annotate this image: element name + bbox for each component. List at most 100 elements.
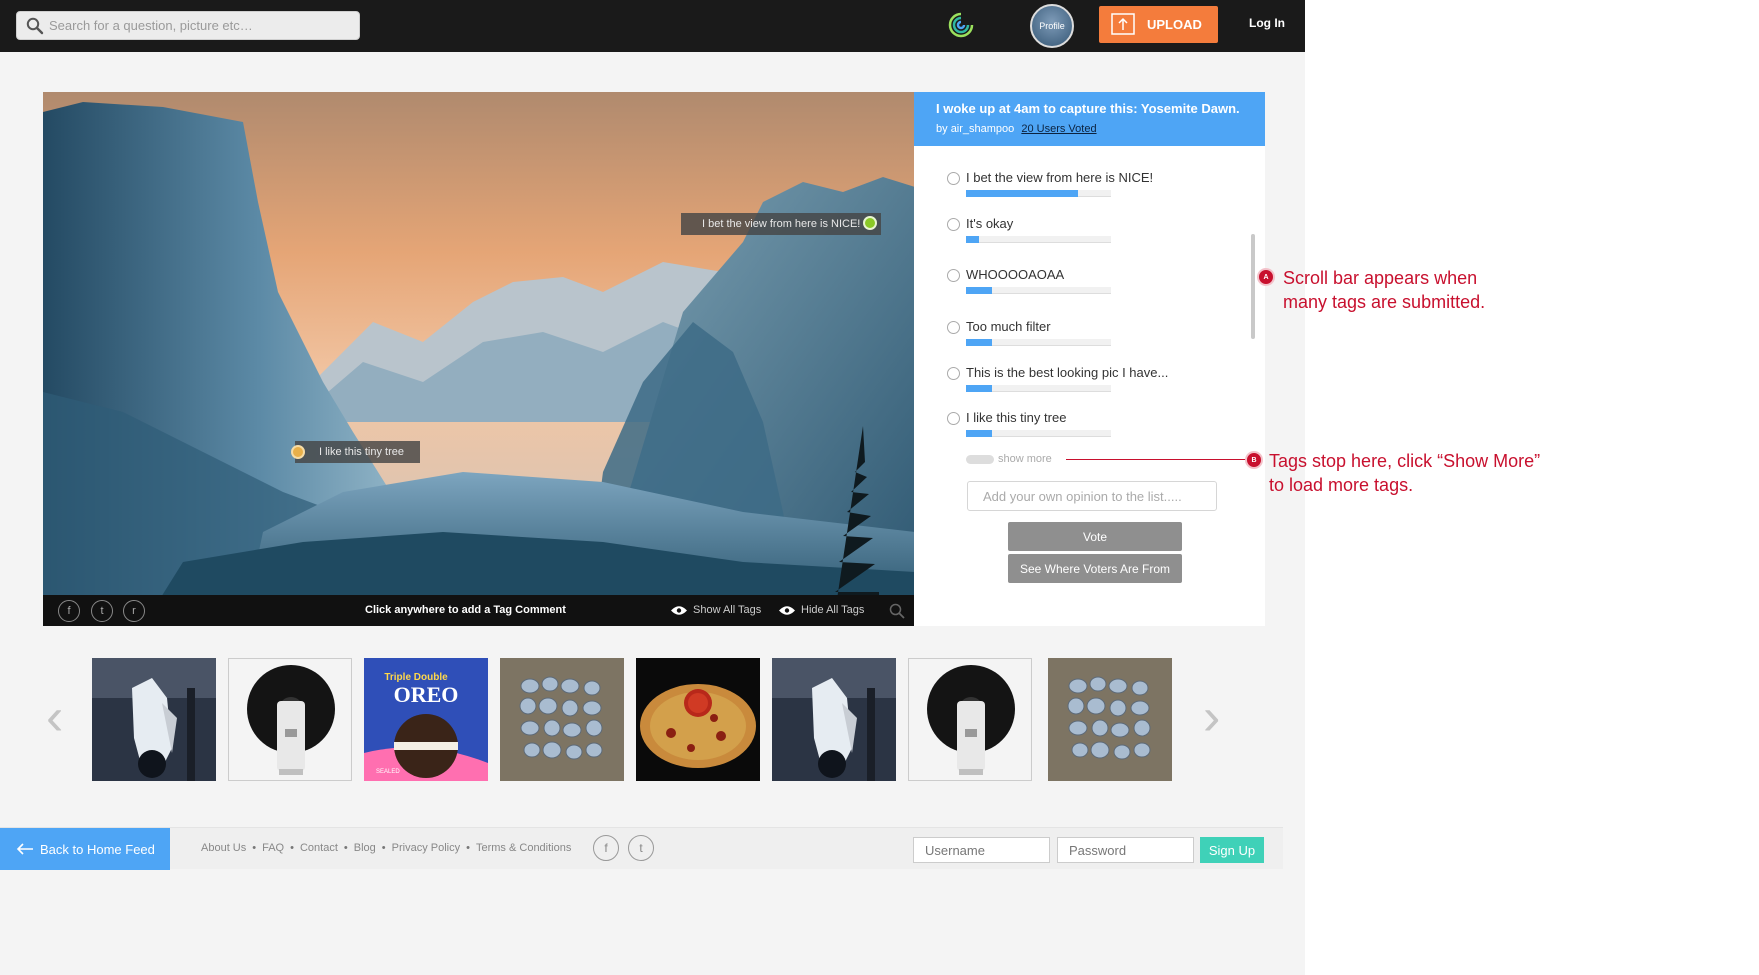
footer-link-about[interactable]: About Us <box>201 842 246 854</box>
footer-link-faq[interactable]: FAQ <box>262 842 284 854</box>
question-meta: by air_shampoo 20 Users Voted <box>936 123 1265 135</box>
back-arrow-icon <box>16 843 33 855</box>
option-radio[interactable] <box>947 218 960 231</box>
tag-text: I like this tiny tree <box>319 446 404 458</box>
option-label: WHOOOOAOAA <box>966 267 1065 282</box>
hide-all-tags-label: Hide All Tags <box>801 604 865 616</box>
option-label: This is the best looking pic I have... <box>966 365 1169 380</box>
footer-link-blog[interactable]: Blog <box>354 842 376 854</box>
show-all-tags-label: Show All Tags <box>693 604 762 616</box>
login-link[interactable]: Log In <box>1249 16 1285 30</box>
option-result-bar <box>966 430 1111 437</box>
option-radio[interactable] <box>947 412 960 425</box>
thumbnail-record-player[interactable] <box>908 658 1032 781</box>
tag-marker-green[interactable] <box>863 216 877 230</box>
thumbnail-oreo[interactable]: OREO Triple Double SEALED <box>364 658 488 781</box>
back-to-home-button[interactable]: Back to Home Feed <box>0 828 170 870</box>
footer-separator: • <box>381 842 386 854</box>
option-radio[interactable] <box>947 172 960 185</box>
option-result-fill <box>966 190 1078 197</box>
option-label: I bet the view from here is NICE! <box>966 170 1154 185</box>
main-photo[interactable]: I bet the view from here is NICE! I like… <box>43 92 915 626</box>
username-field[interactable] <box>913 837 1050 863</box>
footer-link-terms[interactable]: Terms & Conditions <box>476 842 571 854</box>
option-result-fill <box>966 236 980 243</box>
show-all-tags-button[interactable]: Show All Tags <box>670 604 761 616</box>
upload-button[interactable]: UPLOAD <box>1099 6 1218 43</box>
option-radio[interactable] <box>947 321 960 334</box>
annotation-text-b: Tags stop here, click “Show More” to loa… <box>1269 451 1541 495</box>
option-result-fill <box>966 430 993 437</box>
eye-icon <box>671 605 687 615</box>
question-title: I woke up at 4am to capture this: Yosemi… <box>936 101 1240 116</box>
eye-icon <box>779 605 795 615</box>
option-label: I like this tiny tree <box>966 410 1067 425</box>
votes-count-link[interactable]: 20 Users Voted <box>1021 123 1096 135</box>
loading-dots-icon <box>966 454 994 464</box>
footer-twitter-icon[interactable]: t <box>628 835 654 861</box>
thumbnail-scooter[interactable] <box>92 658 216 781</box>
voter-locations-button[interactable]: See Where Voters Are From <box>1008 554 1182 583</box>
footer-link-privacy[interactable]: Privacy Policy <box>392 842 460 854</box>
option-label: It's okay <box>966 216 1014 231</box>
upload-icon <box>1111 13 1135 35</box>
option-result-fill <box>966 287 993 294</box>
add-opinion-input[interactable] <box>967 481 1217 511</box>
twitter-icon[interactable]: t <box>91 600 113 622</box>
site-logo[interactable] <box>946 10 976 45</box>
annotation-arrow-b <box>1066 459 1246 460</box>
search-box[interactable] <box>16 11 360 40</box>
search-icon <box>26 17 44 35</box>
thumbnail-stone-mosaic[interactable] <box>500 658 624 781</box>
option-radio[interactable] <box>947 367 960 380</box>
facebook-icon[interactable]: f <box>58 600 80 622</box>
search-input[interactable] <box>49 12 349 39</box>
by-prefix: by <box>936 123 948 135</box>
profile-avatar[interactable]: Profile <box>1030 4 1074 48</box>
footer: Back to Home Feed About Us • FAQ • Conta… <box>0 827 1283 870</box>
option-radio[interactable] <box>947 269 960 282</box>
footer-links: About Us • FAQ • Contact • Blog • Privac… <box>201 842 571 854</box>
carousel-next-icon[interactable]: › <box>1203 691 1220 743</box>
oreo-pack-side-text: SEALED <box>376 769 400 775</box>
hide-all-tags-button[interactable]: Hide All Tags <box>778 604 864 616</box>
footer-link-contact[interactable]: Contact <box>300 842 338 854</box>
zoom-icon[interactable] <box>889 603 905 619</box>
footer-separator: • <box>466 842 470 854</box>
annotation-badge-a: A <box>1257 268 1275 286</box>
panel-header: I woke up at 4am to capture this: Yosemi… <box>914 92 1265 146</box>
footer-separator: • <box>252 842 257 854</box>
option-result-bar <box>966 385 1111 392</box>
option-result-fill <box>966 339 993 346</box>
vote-panel: I woke up at 4am to capture this: Yosemi… <box>914 92 1265 626</box>
reddit-icon[interactable]: r <box>123 600 145 622</box>
option-result-fill <box>966 385 993 392</box>
top-bar: Profile UPLOAD Log In <box>0 0 1305 52</box>
thumbnail-stone-mosaic[interactable] <box>1048 658 1172 781</box>
profile-label: Profile <box>1039 21 1065 31</box>
show-more-button[interactable]: show more <box>966 453 1052 465</box>
footer-separator: • <box>343 842 348 854</box>
option-label: Too much filter <box>966 319 1051 334</box>
app-root: Profile UPLOAD Log In <box>0 0 1540 975</box>
upload-label: UPLOAD <box>1147 17 1202 32</box>
photo-tag-comment[interactable]: I like this tiny tree <box>295 441 420 463</box>
annotation-text-a: Scroll bar appears when many tags are su… <box>1283 268 1486 312</box>
option-result-bar <box>966 190 1111 197</box>
option-result-bar <box>966 287 1111 294</box>
carousel-prev-icon[interactable]: ‹ <box>46 691 63 743</box>
thumbnail-record-player[interactable] <box>228 658 352 781</box>
options-scrollbar[interactable] <box>1251 234 1255 339</box>
option-result-bar <box>966 339 1111 346</box>
footer-facebook-icon[interactable]: f <box>593 835 619 861</box>
photo-tag-comment[interactable]: I bet the view from here is NICE! <box>681 213 881 235</box>
thumbnail-pizza[interactable] <box>636 658 760 781</box>
thumbnail-scooter[interactable] <box>772 658 896 781</box>
sign-up-button[interactable]: Sign Up <box>1200 837 1264 863</box>
oreo-pack-main-text: OREO <box>394 682 459 707</box>
author-link[interactable]: air_shampoo <box>951 123 1015 135</box>
tag-marker-orange[interactable] <box>291 445 305 459</box>
back-label: Back to Home Feed <box>40 841 155 857</box>
vote-button[interactable]: Vote <box>1008 522 1182 551</box>
password-field[interactable] <box>1057 837 1194 863</box>
